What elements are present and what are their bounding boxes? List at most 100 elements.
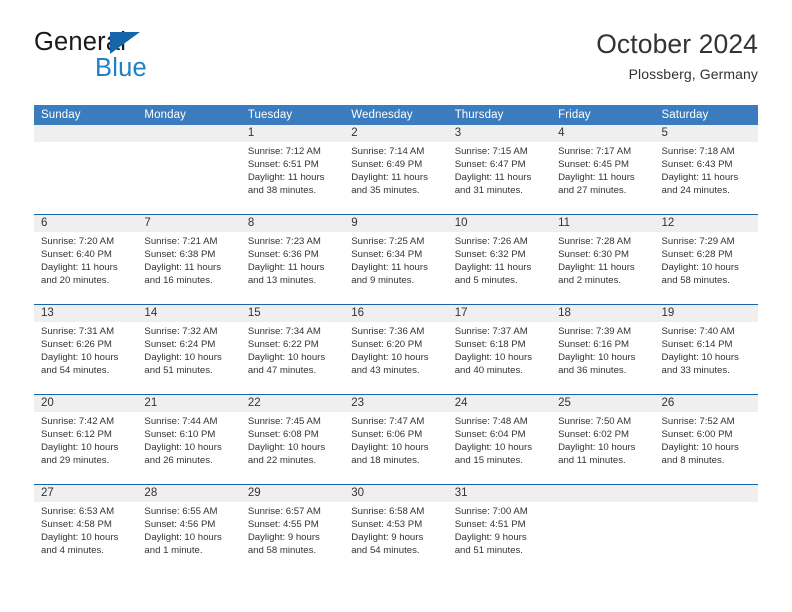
day-detail-line: Sunrise: 7:40 AM [661,326,735,337]
day-cell[interactable]: Sunrise: 7:23 AM Sunset: 6:36 PM Daylight:… [241,232,344,304]
day-number[interactable]: 14 [137,305,240,322]
day-cell[interactable]: Sunrise: 7:25 AM Sunset: 6:34 PM Daylight:… [344,232,447,304]
day-number[interactable]: 30 [344,485,447,502]
day-detail-line: Sunrise: 7:31 AM [41,326,115,337]
day-number[interactable]: 10 [448,215,551,232]
day-cell[interactable]: Sunrise: 7:14 AM Sunset: 6:49 PM Daylight:… [344,142,447,214]
day-cell[interactable]: Sunrise: 7:29 AM Sunset: 6:28 PM Daylight:… [655,232,758,304]
day-detail-line: and 5 minutes. [454,275,518,287]
day-number[interactable]: 18 [551,305,654,322]
day-detail-line: and 58 minutes. [661,275,730,287]
day-detail-line: Sunrise: 7:48 AM [454,416,528,427]
day-detail-line: Daylight: 11 hours [454,262,532,274]
day-detail-line: Sunset: 6:10 PM [144,429,216,441]
week-detail-band: Sunrise: 7:42 AM Sunset: 6:12 PM Daylight:… [34,412,758,484]
weekday-header-friday: Friday [558,109,591,121]
day-cell[interactable]: Sunrise: 7:42 AM Sunset: 6:12 PM Daylight:… [34,412,137,484]
day-number[interactable]: 15 [241,305,344,322]
day-number[interactable]: 4 [551,125,654,142]
day-number[interactable]: 26 [655,395,758,412]
day-cell[interactable]: Sunrise: 7:21 AM Sunset: 6:38 PM Daylight:… [137,232,240,304]
weekday-header-tuesday: Tuesday [247,109,293,121]
week-detail-band: Sunrise: 7:12 AM Sunset: 6:51 PM Daylight:… [34,142,758,214]
day-cell[interactable]: Sunrise: 7:48 AM Sunset: 6:04 PM Daylight:… [448,412,551,484]
day-detail-line: Daylight: 10 hours [351,352,429,364]
day-detail-line: and 58 minutes. [247,545,317,557]
day-detail-line: Sunset: 6:28 PM [661,249,733,261]
day-number[interactable]: 3 [448,125,551,142]
day-detail-line: Sunset: 6:22 PM [247,339,319,351]
day-cell[interactable]: Sunrise: 7:32 AM Sunset: 6:24 PM Daylight:… [137,322,240,394]
day-cell[interactable]: Sunrise: 7:50 AM Sunset: 6:02 PM Daylight:… [551,412,654,484]
day-detail-line: and 20 minutes. [41,275,110,287]
day-number[interactable]: 24 [448,395,551,412]
day-cell[interactable]: Sunrise: 7:26 AM Sunset: 6:32 PM Daylight:… [448,232,551,304]
day-cell[interactable]: Sunrise: 7:44 AM Sunset: 6:10 PM Daylight:… [137,412,240,484]
day-cell[interactable]: Sunrise: 7:20 AM Sunset: 6:40 PM Daylight:… [34,232,137,304]
day-number[interactable]: 12 [655,215,758,232]
day-number[interactable]: 20 [34,395,137,412]
day-number[interactable]: 17 [448,305,551,322]
day-cell[interactable]: Sunrise: 7:37 AM Sunset: 6:18 PM Daylight:… [448,322,551,394]
day-detail-line: Sunrise: 7:34 AM [247,326,321,337]
day-number[interactable]: 25 [551,395,654,412]
day-cell[interactable]: Sunrise: 7:28 AM Sunset: 6:30 PM Daylight:… [551,232,654,304]
day-detail-line: Daylight: 10 hours [41,442,119,454]
day-detail-line: Sunset: 6:26 PM [41,339,112,351]
week-date-band: 6 7 8 9 10 11 12 [34,215,758,232]
day-cell[interactable]: Sunrise: 6:57 AM Sunset: 4:55 PM Daylight:… [241,502,344,574]
day-number[interactable]: 9 [344,215,447,232]
day-number[interactable]: 21 [137,395,240,412]
day-number[interactable]: 11 [551,215,654,232]
day-cell[interactable]: Sunrise: 7:17 AM Sunset: 6:45 PM Daylight:… [551,142,654,214]
day-detail-line: and 38 minutes. [247,185,317,197]
calendar-page: General Blue October 2024 Plossberg, Ger… [0,0,792,612]
day-detail-line: Sunset: 6:34 PM [351,249,423,261]
day-detail-line: Sunset: 6:36 PM [247,249,319,261]
day-cell[interactable]: Sunrise: 6:53 AM Sunset: 4:58 PM Daylight:… [34,502,137,574]
day-cell[interactable]: Sunrise: 7:00 AM Sunset: 4:51 PM Daylight:… [448,502,551,574]
day-number[interactable]: 2 [344,125,447,142]
day-cell[interactable]: Sunrise: 7:47 AM Sunset: 6:06 PM Daylight:… [344,412,447,484]
day-number[interactable]: 19 [655,305,758,322]
day-detail-line: and 43 minutes. [351,365,420,377]
day-number[interactable]: 28 [137,485,240,502]
day-cell[interactable]: Sunrise: 7:39 AM Sunset: 6:16 PM Daylight:… [551,322,654,394]
day-detail-line: Daylight: 11 hours [454,172,532,184]
day-number[interactable]: 5 [655,125,758,142]
day-detail-line: and 51 minutes. [144,365,213,377]
day-cell[interactable]: Sunrise: 7:34 AM Sunset: 6:22 PM Daylight:… [241,322,344,394]
day-detail-line: Sunrise: 7:37 AM [454,326,528,337]
day-detail-line: Sunset: 6:00 PM [661,429,733,441]
day-cell[interactable]: Sunrise: 7:31 AM Sunset: 6:26 PM Daylight:… [34,322,137,394]
day-detail-line: Daylight: 10 hours [661,262,739,274]
page-header: General Blue October 2024 Plossberg, Ger… [34,29,758,98]
day-number[interactable]: 27 [34,485,137,502]
day-number[interactable]: 6 [34,215,137,232]
day-detail-line: Daylight: 11 hours [247,262,325,274]
day-cell[interactable]: Sunrise: 7:52 AM Sunset: 6:00 PM Daylight:… [655,412,758,484]
day-number[interactable]: 29 [241,485,344,502]
day-cell[interactable]: Sunrise: 7:40 AM Sunset: 6:14 PM Daylight:… [655,322,758,394]
day-number[interactable]: 13 [34,305,137,322]
day-number[interactable]: 16 [344,305,447,322]
day-detail-line: Daylight: 11 hours [558,262,635,274]
brand-logo[interactable]: General Blue [34,29,254,92]
day-detail-line: and 4 minutes. [41,545,104,557]
day-cell[interactable]: Sunrise: 7:12 AM Sunset: 6:51 PM Daylight:… [241,142,344,214]
day-number[interactable]: 23 [344,395,447,412]
day-detail-line: and 18 minutes. [351,455,420,467]
day-cell[interactable]: Sunrise: 7:36 AM Sunset: 6:20 PM Daylight:… [344,322,447,394]
day-detail-line: Sunrise: 7:47 AM [351,416,425,427]
day-cell[interactable]: Sunrise: 7:45 AM Sunset: 6:08 PM Daylight:… [241,412,344,484]
day-number[interactable]: 8 [241,215,344,232]
day-number-empty [137,125,240,142]
day-number[interactable]: 1 [241,125,344,142]
day-cell[interactable]: Sunrise: 7:18 AM Sunset: 6:43 PM Daylight:… [655,142,758,214]
day-cell[interactable]: Sunrise: 7:15 AM Sunset: 6:47 PM Daylight:… [448,142,551,214]
day-number[interactable]: 7 [137,215,240,232]
day-cell[interactable]: Sunrise: 6:55 AM Sunset: 4:56 PM Daylight:… [137,502,240,574]
day-number[interactable]: 31 [448,485,551,502]
day-number[interactable]: 22 [241,395,344,412]
day-cell[interactable]: Sunrise: 6:58 AM Sunset: 4:53 PM Daylight:… [344,502,447,574]
